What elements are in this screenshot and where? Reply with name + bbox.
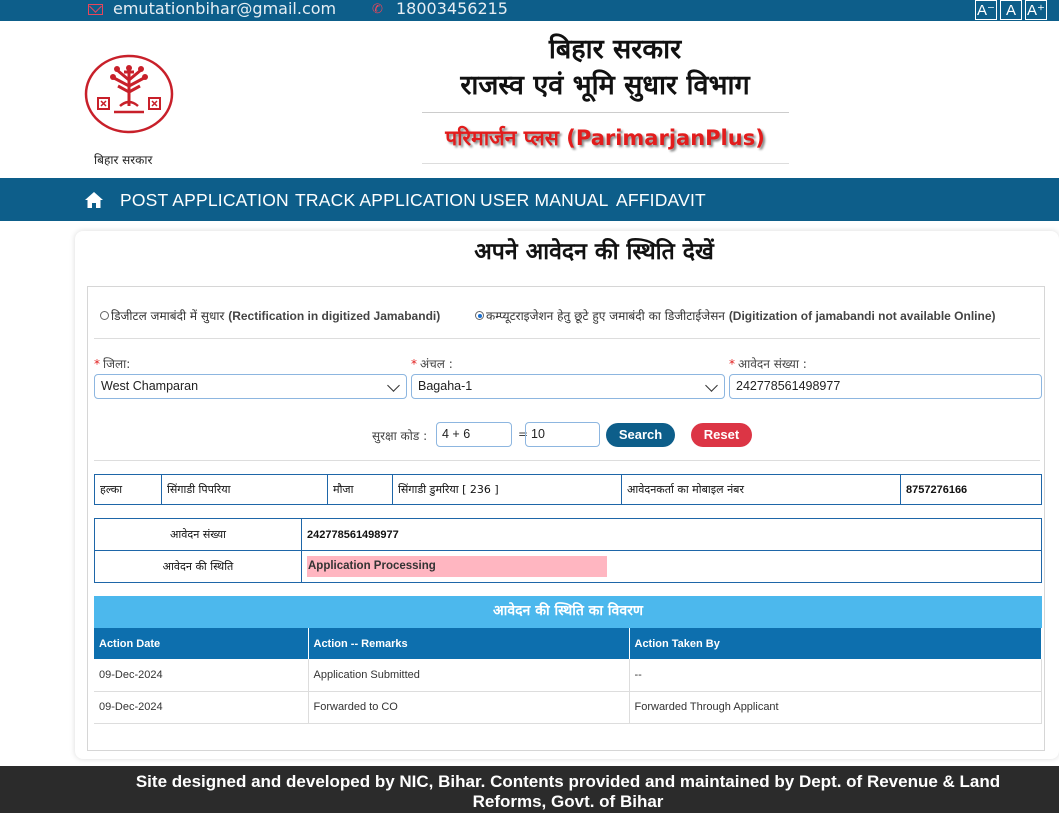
col-action-taken-by: Action Taken By <box>629 628 1042 659</box>
footer-text: Site designed and developed by NIC, Biha… <box>135 772 1001 811</box>
row-2-remarks: Forwarded to CO <box>308 691 630 724</box>
circle-label: * अंचल : <box>411 357 453 371</box>
district-label: * जिला: <box>94 357 131 371</box>
site-header: बिहार सरकार बिहार सरकार राजस्व एवं भूमि … <box>0 21 1059 178</box>
radio-rectification-label: डिजीटल जमाबंदी में सुधार <box>111 309 225 323</box>
font-reset-button[interactable]: A <box>1000 0 1022 20</box>
status-badge: Application Processing <box>307 556 607 577</box>
nav-post-application[interactable]: POST APPLICATION <box>120 190 289 211</box>
row-1-remarks: Application Submitted <box>308 659 630 692</box>
radio-rectification-circle[interactable] <box>100 311 109 320</box>
halka-label: हल्का <box>94 474 162 505</box>
radio-rectification[interactable]: डिजीटल जमाबंदी में सुधार (Rectification … <box>100 307 440 324</box>
status-app-no-value: 242778561498977 <box>301 518 1042 551</box>
mail-icon <box>88 4 103 15</box>
col-action-remarks: Action -- Remarks <box>308 628 630 659</box>
emblem-caption: बिहार सरकार <box>94 153 153 167</box>
status-label: आवेदन की स्थिति <box>94 550 302 583</box>
captcha-label: सुरक्षा कोड : <box>372 429 428 443</box>
radio-digitization-label-en: (Digitization of jamabandi not available… <box>728 309 996 323</box>
main-nav: POST APPLICATION TRACK APPLICATION USER … <box>0 178 1059 221</box>
radio-rectification-label-en: (Rectification in digitized Jamabandi) <box>228 309 441 323</box>
table-header-row: Action Date Action -- Remarks Action Tak… <box>94 628 1042 659</box>
email-link[interactable]: emutationbihar@gmail.com <box>113 0 336 17</box>
application-number-label: * आवेदन संख्या : <box>729 357 807 371</box>
nav-affidavit[interactable]: AFFIDAVIT <box>616 190 706 211</box>
bihar-emblem-icon[interactable] <box>84 54 174 134</box>
table-row: 09-Dec-2024 Application Submitted -- <box>94 659 1042 692</box>
page-title: अपने आवेदन की स्थिति देखें <box>474 239 714 265</box>
mauja-value: सिंगाडी डुमरिया [ 236 ] <box>392 474 622 505</box>
chevron-down-icon <box>705 379 718 392</box>
status-details-heading: आवेदन की स्थिति का विवरण <box>94 596 1042 628</box>
status-history-table: Action Date Action -- Remarks Action Tak… <box>94 628 1042 724</box>
mauja-label: मौजा <box>327 474 393 505</box>
district-select[interactable]: West Champaran <box>94 374 407 399</box>
district-select-value: West Champaran <box>101 379 199 393</box>
reset-button[interactable]: Reset <box>691 423 752 447</box>
radio-digitization[interactable]: कम्प्यूटराइजेशन हेतु छूटे हुए जमाबंदी का… <box>475 307 996 324</box>
font-size-controls: A⁻ A A⁺ <box>975 0 1047 20</box>
chevron-down-icon <box>387 379 400 392</box>
mobile-label: आवेदनकर्ता का मोबाइल नंबर <box>621 474 901 505</box>
status-cell: Application Processing <box>301 550 1042 583</box>
row-2-date: 09-Dec-2024 <box>94 691 309 724</box>
status-card: अपने आवेदन की स्थिति देखें डिजीटल जमाबंद… <box>75 231 1059 759</box>
home-icon[interactable] <box>84 191 104 209</box>
row-1-taken-by: -- <box>629 659 1042 692</box>
header-title-department: राजस्व एवं भूमि सुधार विभाग <box>460 70 750 101</box>
radio-digitization-label: कम्प्यूटराइजेशन हेतु छूटे हुए जमाबंदी का… <box>486 309 725 323</box>
application-number-input[interactable]: 242778561498977 <box>729 374 1042 399</box>
header-title-portal: परिमार्जन प्लस (ParimarjanPlus) <box>445 126 765 150</box>
nav-user-manual[interactable]: USER MANUAL <box>480 190 609 211</box>
col-action-date: Action Date <box>94 628 309 659</box>
font-decrease-button[interactable]: A⁻ <box>975 0 997 20</box>
form-divider-2 <box>94 460 1040 461</box>
land-info-table: हल्का सिंगाडी पिपरिया मौजा सिंगाडी डुमरि… <box>94 474 1042 505</box>
radio-digitization-circle[interactable] <box>475 311 484 320</box>
font-increase-button[interactable]: A⁺ <box>1025 0 1047 20</box>
row-1-date: 09-Dec-2024 <box>94 659 309 692</box>
top-contact-bar: emutationbihar@gmail.com ✆ 18003456215 A… <box>0 0 1059 21</box>
status-app-no-label: आवेदन संख्या <box>94 518 302 551</box>
header-divider-bottom <box>422 163 789 164</box>
circle-select-value: Bagaha-1 <box>418 379 473 393</box>
nav-track-application[interactable]: TRACK APPLICATION <box>295 190 476 211</box>
phone-icon: ✆ <box>372 2 383 17</box>
phone-number[interactable]: 18003456215 <box>396 0 508 17</box>
halka-value: सिंगाडी पिपरिया <box>161 474 328 505</box>
status-form-panel: डिजीटल जमाबंदी में सुधार (Rectification … <box>87 286 1045 751</box>
site-footer: Site designed and developed by NIC, Biha… <box>0 766 1059 813</box>
search-button[interactable]: Search <box>606 423 675 447</box>
captcha-question: 4 + 6 <box>436 422 512 447</box>
circle-select[interactable]: Bagaha-1 <box>411 374 725 399</box>
mobile-value: 8757276166 <box>900 474 1042 505</box>
row-2-taken-by: Forwarded Through Applicant <box>629 691 1042 724</box>
header-divider <box>422 112 789 113</box>
captcha-answer-input[interactable]: 10 <box>525 422 600 447</box>
form-divider <box>94 338 1040 339</box>
application-status-table: आवेदन संख्या 242778561498977 आवेदन की स्… <box>94 518 1042 583</box>
table-row: 09-Dec-2024 Forwarded to CO Forwarded Th… <box>94 691 1042 724</box>
header-title-government: बिहार सरकार <box>548 34 682 65</box>
